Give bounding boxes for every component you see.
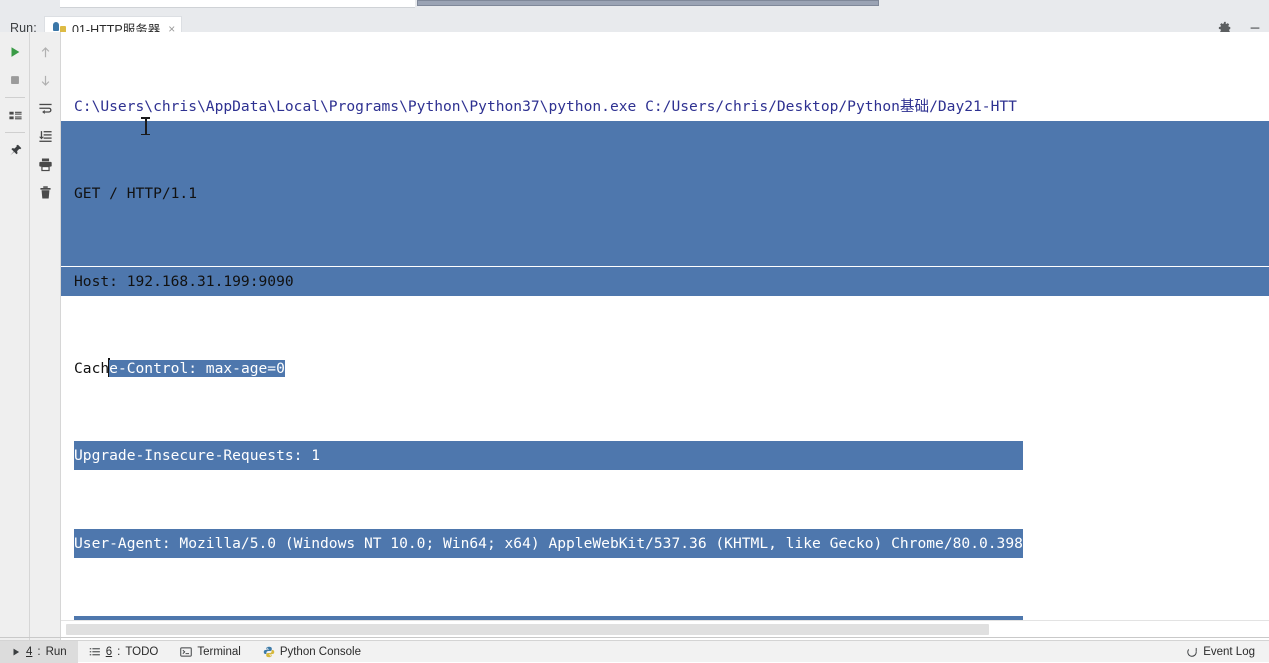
console-line-host: Host: 192.168.31.199:9090 xyxy=(74,272,294,290)
partial-editor-tab xyxy=(60,0,415,8)
status-python-console-label: Python Console xyxy=(279,645,362,658)
trash-icon[interactable] xyxy=(30,178,60,206)
console-line-upgrade: Upgrade-Insecure-Requests: 1 xyxy=(74,441,1023,471)
event-log-icon xyxy=(1186,646,1198,658)
soft-wrap-icon[interactable] xyxy=(30,94,60,122)
cache-control-selected: e-Control: max-age=0 xyxy=(109,360,285,378)
status-run-sep: : xyxy=(37,645,41,658)
console-bottom-edge xyxy=(0,637,1269,638)
scroll-to-end-icon[interactable] xyxy=(30,122,60,150)
horizontal-scrollbar-thumb[interactable] xyxy=(66,624,989,635)
cache-control-unselected: Cach xyxy=(74,360,110,378)
status-run-num: 4 xyxy=(26,645,33,658)
toolbar-divider xyxy=(4,97,25,98)
status-todo-label: TODO xyxy=(125,645,159,658)
run-tool-window: Run: 01-HTTP服务器 × C:\Users\chris\AppData… xyxy=(0,0,1269,663)
status-terminal-label: Terminal xyxy=(197,645,241,658)
event-log-label: Event Log xyxy=(1203,645,1255,658)
status-todo-sep: : xyxy=(117,645,121,658)
stop-button[interactable] xyxy=(0,66,30,94)
python-icon xyxy=(263,646,275,658)
status-run-label: Run xyxy=(45,645,67,658)
run-tab-strip: Run: 01-HTTP服务器 × xyxy=(0,8,1269,40)
arrow-up-icon[interactable] xyxy=(30,38,60,66)
console-line-get: GET / HTTP/1.1 xyxy=(74,185,198,203)
toolbar-divider-2 xyxy=(4,132,25,133)
status-python-console[interactable]: Python Console xyxy=(252,641,372,663)
status-run[interactable]: 4: Run xyxy=(0,640,78,663)
list-icon xyxy=(89,646,101,658)
run-actions-toolbar xyxy=(0,32,30,640)
rerun-button[interactable] xyxy=(0,38,30,66)
status-bar: 4: Run 6: TODO Terminal Python Console E… xyxy=(0,640,1269,663)
console-line-user-agent: User-Agent: Mozilla/5.0 (Windows NT 10.0… xyxy=(74,528,1023,558)
status-terminal[interactable]: Terminal xyxy=(169,641,251,663)
play-icon xyxy=(11,647,21,657)
printer-icon[interactable] xyxy=(30,150,60,178)
partial-selected-element xyxy=(417,0,879,6)
mouse-ibeam-cursor xyxy=(141,117,150,135)
console-output[interactable]: C:\Users\chris\AppData\Local\Programs\Py… xyxy=(61,32,1269,620)
console-text: C:\Users\chris\AppData\Local\Programs\Py… xyxy=(74,34,1023,620)
console-line-cache-control: Cache-Control: max-age=0 xyxy=(74,354,1023,383)
console-command-line: C:\Users\chris\AppData\Local\Programs\Py… xyxy=(74,98,1017,116)
status-todo[interactable]: 6: TODO xyxy=(78,641,170,663)
pin-icon[interactable] xyxy=(0,136,30,164)
terminal-icon xyxy=(180,646,193,658)
status-todo-num: 6 xyxy=(105,645,113,658)
console-actions-toolbar xyxy=(30,32,61,640)
console-view-button[interactable] xyxy=(0,101,30,129)
top-edge-sliver xyxy=(0,0,1269,8)
event-log-button[interactable]: Event Log xyxy=(1186,646,1269,658)
arrow-down-icon[interactable] xyxy=(30,66,60,94)
